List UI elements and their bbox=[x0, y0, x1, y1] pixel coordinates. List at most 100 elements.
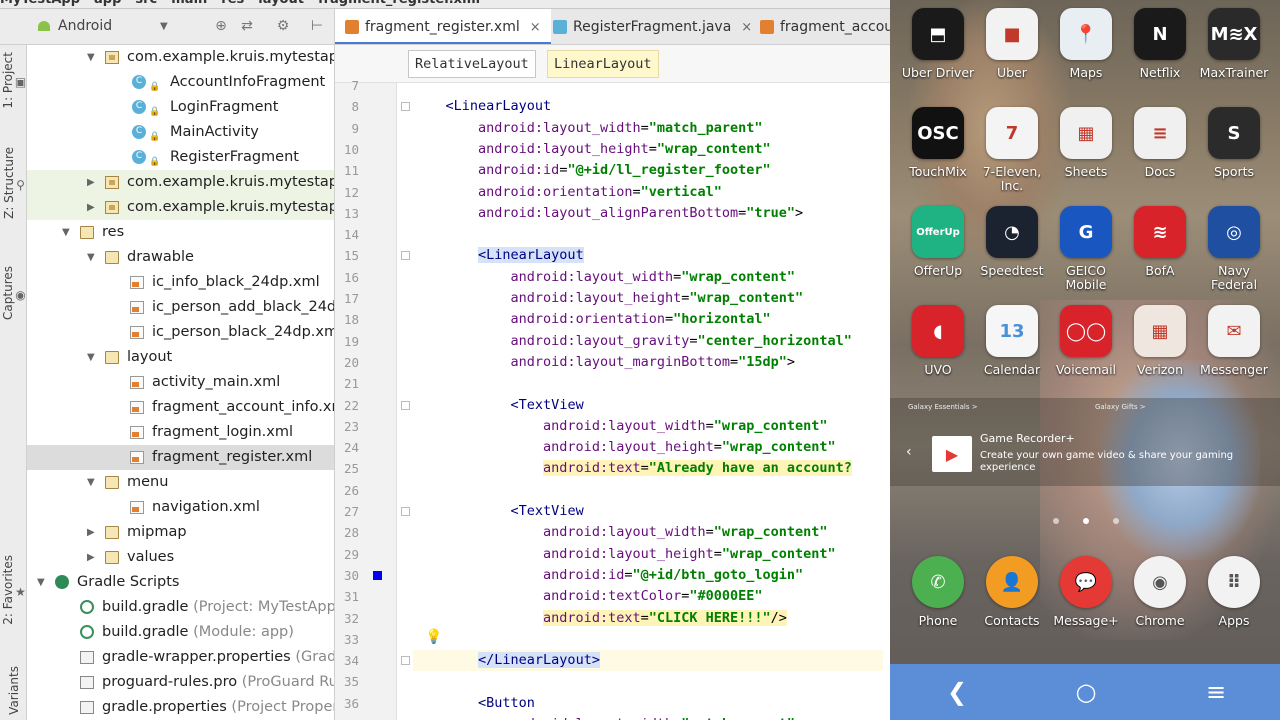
tree-expand-arrow[interactable]: ▼ bbox=[87, 345, 95, 370]
tree-row[interactable]: ▶ com.example.kruis.mytestapp ( bbox=[27, 170, 334, 195]
app-verizon[interactable]: ▦ Verizon bbox=[1122, 297, 1198, 397]
tree-row[interactable]: gradle.properties (Project Propertie bbox=[27, 695, 334, 720]
breadcrumb-linearlayout[interactable]: LinearLayout bbox=[547, 50, 659, 78]
tree-expand-arrow[interactable]: ▼ bbox=[87, 245, 95, 270]
breadcrumb-item[interactable]: res bbox=[221, 0, 244, 7]
close-icon[interactable]: × bbox=[530, 20, 541, 35]
app-uvo[interactable]: ◖ UVO bbox=[900, 297, 976, 397]
breadcrumb-item[interactable]: main bbox=[171, 0, 207, 7]
project-view-selector[interactable]: Android bbox=[38, 18, 112, 34]
chevron-left-icon[interactable]: ‹ bbox=[906, 444, 912, 460]
breakpoint-marker[interactable] bbox=[373, 570, 382, 580]
tree-row[interactable]: C 🔒 LoginFragment bbox=[27, 95, 334, 120]
tree-expand-arrow[interactable]: ▶ bbox=[87, 545, 95, 570]
galaxy-essentials-link[interactable]: Galaxy Essentials > bbox=[908, 403, 978, 411]
tree-row[interactable]: ▶ mipmap bbox=[27, 520, 334, 545]
tree-row[interactable]: C 🔒 MainActivity bbox=[27, 120, 334, 145]
tree-row[interactable]: navigation.xml bbox=[27, 495, 334, 520]
breadcrumb-item[interactable]: layout bbox=[258, 0, 304, 7]
tree-expand-arrow[interactable]: ▶ bbox=[87, 195, 95, 220]
app-sheets[interactable]: ▦ Sheets bbox=[1048, 99, 1124, 199]
tree-expand-arrow[interactable]: ▼ bbox=[87, 45, 95, 70]
collapse-icon[interactable]: ⇄ bbox=[238, 17, 256, 35]
tab-structure[interactable]: Z: Structure ⚲ bbox=[0, 135, 27, 230]
dock-app-chrome[interactable]: ◉ Chrome bbox=[1122, 548, 1198, 648]
tree-row[interactable]: ic_info_black_24dp.xml bbox=[27, 270, 334, 295]
tree-expand-arrow[interactable]: ▼ bbox=[87, 470, 95, 495]
dock-app-apps[interactable]: ⠿ Apps bbox=[1196, 548, 1272, 648]
tab-build-variants[interactable]: Variants bbox=[0, 660, 27, 720]
breadcrumb-item[interactable]: fragment_register.xml bbox=[318, 0, 480, 7]
app-messenger[interactable]: ✉ Messenger bbox=[1196, 297, 1272, 397]
tab-registerfragment-java[interactable]: RegisterFragment.java × bbox=[543, 9, 762, 44]
app-maps[interactable]: 📍 Maps bbox=[1048, 0, 1124, 100]
breadcrumb-item[interactable]: MyTestApp bbox=[0, 0, 80, 7]
tree-expand-arrow[interactable]: ▶ bbox=[87, 170, 95, 195]
fold-marker-icon[interactable] bbox=[401, 507, 410, 516]
tab-fragment-register-xml[interactable]: fragment_register.xml × bbox=[335, 9, 551, 44]
tree-row[interactable]: ▼ Gradle Scripts bbox=[27, 570, 334, 595]
chevron-down-icon[interactable]: ▼ bbox=[160, 21, 168, 32]
gear-icon[interactable]: ⚙ bbox=[274, 17, 292, 35]
target-icon[interactable]: ⊕ bbox=[212, 17, 230, 35]
app-calendar[interactable]: 13 Calendar bbox=[974, 297, 1050, 397]
code-editor[interactable]: RelativeLayout LinearLayout 7 8 9 10 11 12 13 1… bbox=[335, 45, 890, 720]
tab-fragment-accou[interactable]: fragment_accou bbox=[750, 9, 890, 44]
hide-icon[interactable]: ⊢ bbox=[308, 17, 326, 35]
tab-favorites[interactable]: 2: Favorites ★ bbox=[0, 540, 27, 640]
tree-row[interactable]: ▼ drawable bbox=[27, 245, 334, 270]
app-speedtest[interactable]: ◔ Speedtest bbox=[974, 198, 1050, 298]
app-geico[interactable]: G GEICO Mobile bbox=[1048, 198, 1124, 298]
tree-row[interactable]: ic_person_black_24dp.xml bbox=[27, 320, 334, 345]
tree-row[interactable]: ▶ values bbox=[27, 545, 334, 570]
tab-project[interactable]: 1: Project ▣ bbox=[0, 45, 27, 115]
app-sports[interactable]: S Sports bbox=[1196, 99, 1272, 199]
tree-expand-arrow[interactable]: ▼ bbox=[62, 220, 70, 245]
tree-row[interactable]: fragment_account_info.xml bbox=[27, 395, 334, 420]
app-netflix[interactable]: N Netflix bbox=[1122, 0, 1198, 100]
tree-row[interactable]: fragment_register.xml bbox=[27, 445, 334, 470]
back-icon[interactable]: ❮ bbox=[937, 674, 977, 710]
fold-marker-icon[interactable] bbox=[401, 102, 410, 112]
app-docs[interactable]: ≡ Docs bbox=[1122, 99, 1198, 199]
breadcrumb-relativelayout[interactable]: RelativeLayout bbox=[408, 50, 536, 78]
app-voicemail[interactable]: ◯◯ Voicemail bbox=[1048, 297, 1124, 397]
breadcrumb-item[interactable]: src bbox=[135, 0, 157, 7]
app-touchmix[interactable]: OSC TouchMix bbox=[900, 99, 976, 199]
tree-row[interactable]: activity_main.xml bbox=[27, 370, 334, 395]
tree-row[interactable]: ▼ com.example.kruis.mytestapp bbox=[27, 45, 334, 70]
app-bofa[interactable]: ≋ BofA bbox=[1122, 198, 1198, 298]
tree-row[interactable]: fragment_login.xml bbox=[27, 420, 334, 445]
tree-row[interactable]: C 🔒 AccountInfoFragment bbox=[27, 70, 334, 95]
app-navy-federal[interactable]: ◎ Navy Federal bbox=[1196, 198, 1272, 298]
tree-row[interactable]: ic_person_add_black_24dp.x bbox=[27, 295, 334, 320]
app-maxtrainer[interactable]: M≋X MaxTrainer bbox=[1196, 0, 1272, 100]
tab-captures[interactable]: Captures ◉ bbox=[0, 250, 27, 335]
tree-row[interactable]: ▼ menu bbox=[27, 470, 334, 495]
galaxy-essentials-widget[interactable]: Galaxy Essentials > Galaxy Gifts > ‹ ▶ G… bbox=[890, 398, 1280, 486]
app-seven-eleven[interactable]: 7 7-Eleven, Inc. bbox=[974, 99, 1050, 199]
galaxy-gifts-link[interactable]: Galaxy Gifts > bbox=[1095, 403, 1146, 411]
tree-row[interactable]: build.gradle (Module: app) bbox=[27, 620, 334, 645]
app-uber[interactable]: ■ Uber bbox=[974, 0, 1050, 100]
recents-icon[interactable]: ≡ bbox=[1196, 674, 1236, 710]
tree-row[interactable]: ▼ layout bbox=[27, 345, 334, 370]
tree-row[interactable]: gradle-wrapper.properties (Gradle V bbox=[27, 645, 334, 670]
tree-row[interactable]: C 🔒 RegisterFragment bbox=[27, 145, 334, 170]
tree-row[interactable]: proguard-rules.pro (ProGuard Rule bbox=[27, 670, 334, 695]
tree-row[interactable]: ▶ com.example.kruis.mytestapp ( bbox=[27, 195, 334, 220]
tree-expand-arrow[interactable]: ▶ bbox=[87, 520, 95, 545]
fold-marker-icon[interactable] bbox=[401, 400, 410, 410]
app-uber-driver[interactable]: ⬒ Uber Driver bbox=[900, 0, 976, 100]
tree-expand-arrow[interactable]: ▼ bbox=[37, 570, 45, 595]
lightbulb-icon[interactable]: 💡 bbox=[425, 629, 442, 645]
dock-app-phone[interactable]: ✆ Phone bbox=[900, 548, 976, 648]
dock-app-contacts[interactable]: 👤 Contacts bbox=[974, 548, 1050, 648]
home-icon[interactable]: ○ bbox=[1066, 674, 1106, 710]
fold-marker-icon[interactable] bbox=[401, 251, 410, 261]
dock-app-message-plus[interactable]: 💬 Message+ bbox=[1048, 548, 1124, 648]
app-offerup[interactable]: OfferUp OfferUp bbox=[900, 198, 976, 298]
breadcrumb-item[interactable]: app bbox=[94, 0, 121, 7]
fold-marker-icon[interactable] bbox=[401, 656, 410, 666]
tree-row[interactable]: build.gradle (Project: MyTestApp) bbox=[27, 595, 334, 620]
